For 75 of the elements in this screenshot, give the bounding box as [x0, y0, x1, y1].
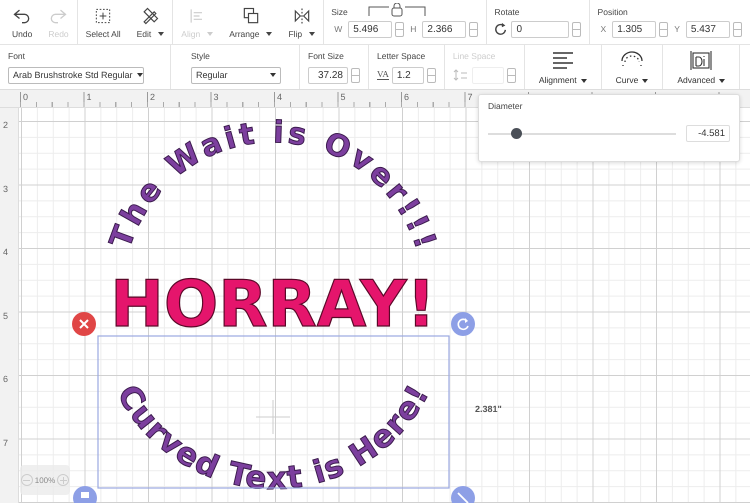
spinner-icon[interactable] — [469, 22, 478, 36]
rotate-field[interactable]: 0 — [511, 20, 570, 38]
caret-icon — [719, 78, 726, 83]
spinner-icon[interactable] — [426, 68, 436, 82]
spinner-icon[interactable] — [506, 68, 516, 82]
caret-icon — [580, 78, 587, 83]
field-label: Size — [331, 6, 348, 16]
field-label: Font Size — [308, 50, 345, 60]
toolbar-button[interactable]: Arrange — [221, 0, 280, 44]
ruler-label: 4 — [3, 247, 8, 257]
ruler-label: 7 — [466, 92, 473, 102]
menu-button[interactable]: Advanced — [663, 45, 740, 89]
ruler-label: 6 — [3, 374, 8, 384]
caret-icon — [207, 32, 214, 36]
zoom-in-icon[interactable] — [57, 474, 70, 486]
field-label: Font — [8, 50, 26, 60]
caret-icon — [266, 32, 272, 36]
caret-icon — [270, 73, 276, 77]
caret-icon — [642, 78, 648, 83]
field-label: W — [334, 24, 342, 34]
rotate-icon — [494, 22, 508, 36]
field-label: Rotate — [494, 6, 520, 16]
letter-space-field[interactable]: 1.2 — [392, 66, 424, 84]
ruler-label: 4 — [276, 92, 282, 102]
toolbar-button[interactable]: Undo — [4, 0, 40, 44]
ruler-label: 0 — [22, 92, 28, 102]
toolbar-button[interactable]: Edit — [128, 0, 172, 44]
spinner-icon[interactable] — [395, 22, 404, 36]
caret-icon — [158, 32, 164, 36]
caret-icon — [309, 32, 316, 36]
ruler-label: 7 — [3, 438, 8, 448]
delete-handle[interactable] — [72, 312, 96, 336]
height-field[interactable]: 2.366 — [422, 20, 466, 38]
dimension-label: 2.381" — [475, 404, 502, 414]
slider-thumb[interactable] — [511, 128, 522, 139]
ruler-label: 2 — [149, 92, 156, 102]
font-size-field[interactable]: 37.28 — [308, 66, 348, 84]
toolbar-button[interactable]: Flip — [280, 0, 324, 44]
ruler-label: 5 — [340, 92, 346, 102]
spinner-icon[interactable] — [659, 22, 668, 36]
caret-icon — [136, 73, 143, 77]
font-dropdown[interactable]: Arab Brushstroke Std Regular — [8, 66, 144, 84]
field-label: X — [600, 24, 606, 34]
menu-button[interactable]: Curve — [602, 45, 662, 89]
toolbar-button[interactable]: Select All — [78, 0, 129, 44]
resize-handle[interactable] — [451, 486, 475, 503]
field-label: Letter Space — [377, 50, 426, 60]
spinner-icon[interactable] — [351, 68, 360, 82]
diameter-field[interactable]: -4.581 — [686, 125, 730, 142]
y-field[interactable]: 5.437 — [686, 20, 730, 38]
width-field[interactable]: 5.496 — [348, 20, 392, 38]
rotate-handle[interactable] — [451, 312, 475, 336]
selection-box[interactable] — [97, 335, 450, 489]
style-dropdown[interactable]: Regular — [191, 66, 281, 84]
spinner-icon[interactable] — [732, 22, 742, 36]
ruler-label: 1 — [86, 92, 92, 102]
field-label: H — [410, 24, 416, 34]
field-label: Diameter — [488, 101, 524, 111]
line-spacing-icon — [452, 68, 469, 82]
ruler-label: 6 — [403, 92, 410, 102]
field-label: Y — [674, 24, 680, 34]
ruler-label: 3 — [212, 92, 219, 102]
center-crosshair-icon — [256, 400, 290, 434]
ruler-label: 2 — [3, 120, 8, 130]
x-field[interactable]: 1.305 — [612, 20, 656, 38]
menu-button[interactable]: Alignment — [524, 45, 601, 89]
field-label: Position — [598, 6, 628, 16]
field-label: Style — [191, 50, 211, 60]
ruler-label: 5 — [3, 310, 8, 320]
lock-icon[interactable] — [367, 3, 428, 17]
headline-text[interactable]: HORRAY! — [110, 268, 436, 342]
ruler-label: 3 — [3, 184, 8, 194]
zoom-out-icon[interactable] — [20, 474, 33, 486]
spinner-icon[interactable] — [572, 22, 582, 36]
advanced-icon — [688, 49, 714, 71]
